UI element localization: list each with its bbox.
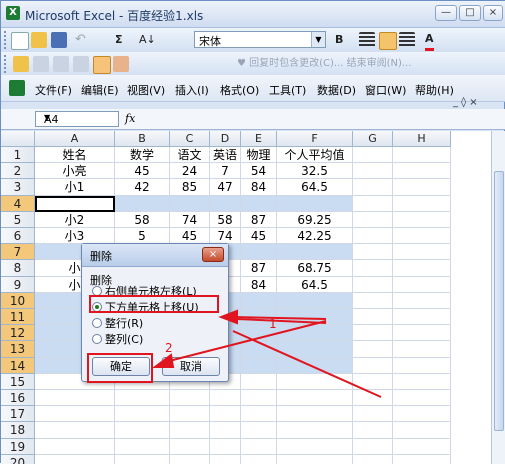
excel-window: X Microsoft Excel - 百度经验1.xls — □ × ↶ Σ … [0, 0, 505, 464]
arrow-1-head [218, 309, 238, 325]
arrow-2-line [168, 320, 327, 362]
arrow-2-head [152, 353, 175, 368]
arrow-tail-line [232, 330, 382, 398]
annotation-arrows [152, 309, 382, 398]
annotation-number-2: 2 [165, 341, 173, 355]
annotation-number-1: 1 [269, 317, 277, 331]
